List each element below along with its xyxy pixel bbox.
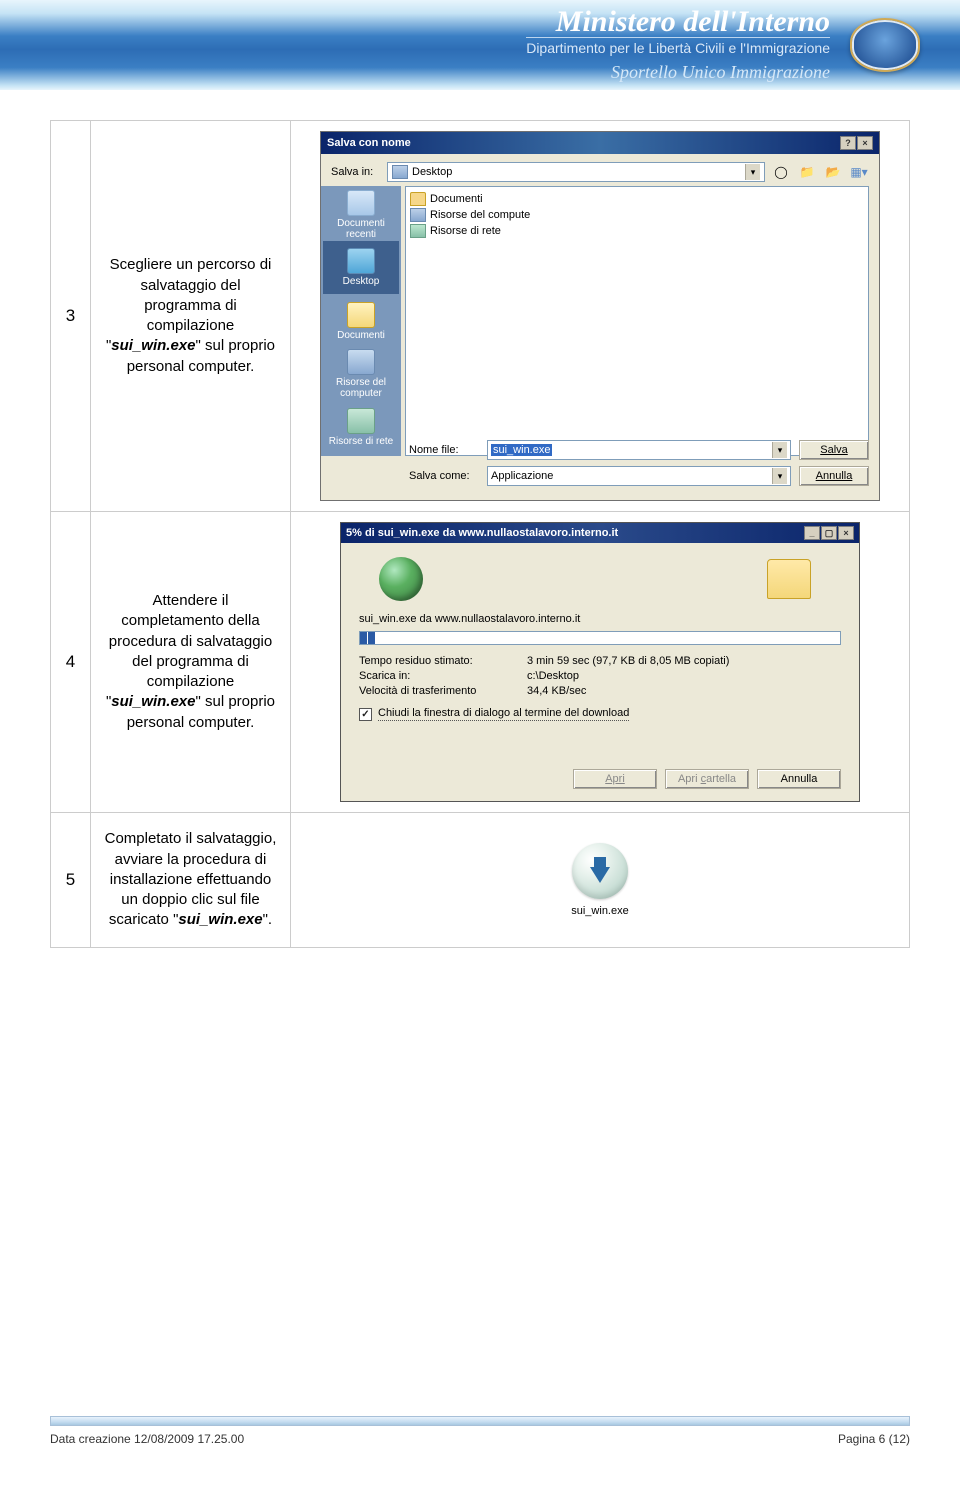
computer-icon	[410, 208, 426, 222]
header-text: Ministero dell'Interno Dipartimento per …	[526, 7, 830, 83]
close-icon[interactable]: ×	[838, 526, 854, 540]
help-icon[interactable]: ?	[840, 136, 856, 150]
content-area: 3 Scegliere un percorso di salvataggio d…	[0, 90, 960, 978]
minimize-icon[interactable]: _	[804, 526, 820, 540]
table-row: 4 Attendere il completamento della proce…	[51, 512, 910, 813]
list-item[interactable]: Risorse di rete	[410, 223, 864, 239]
titlebar: Salva con nome ? ×	[321, 132, 879, 154]
ministry-title: Ministero dell'Interno	[526, 7, 830, 37]
dialog-title: Salva con nome	[327, 137, 411, 149]
folder-icon	[410, 192, 426, 206]
step-description: Attendere il completamento della procedu…	[91, 512, 291, 813]
steps-table: 3 Scegliere un percorso di salvataggio d…	[50, 120, 910, 948]
places-desktop[interactable]: Desktop	[323, 241, 399, 294]
chevron-down-icon[interactable]: ▾	[772, 442, 787, 458]
download-title: 5% di sui_win.exe da www.nullaostalavoro…	[346, 527, 618, 539]
ministry-subtitle2: Sportello Unico Immigrazione	[526, 62, 830, 83]
exe-filename: sui_win.exe	[571, 905, 628, 917]
page-footer: Data creazione 12/08/2009 17.25.00 Pagin…	[50, 1426, 910, 1446]
time-remaining-label: Tempo residuo stimato:	[359, 655, 519, 667]
cancel-button[interactable]: Annulla	[757, 769, 841, 789]
table-row: 3 Scegliere un percorso di salvataggio d…	[51, 121, 910, 512]
filename-label: Nome file:	[409, 444, 479, 456]
open-folder-button[interactable]: Apri cartella	[665, 769, 749, 789]
cancel-button[interactable]: Annulla	[799, 466, 869, 486]
views-icon[interactable]: ▦▾	[849, 162, 869, 182]
download-dialog: 5% di sui_win.exe da www.nullaostalavoro…	[340, 522, 860, 802]
close-on-complete-checkbox[interactable]	[359, 708, 372, 721]
download-circle-icon	[572, 843, 628, 899]
file-list[interactable]: Documenti Risorse del compute Risorse di…	[405, 186, 869, 456]
open-button[interactable]: Apri	[573, 769, 657, 789]
progress-bar	[359, 631, 841, 645]
step-screenshot: Salva con nome ? × Salva in: Desktop ▾ ◯…	[291, 121, 910, 512]
download-source: sui_win.exe da www.nullaostalavoro.inter…	[359, 613, 841, 625]
transfer-rate-label: Velocità di trasferimento	[359, 685, 519, 697]
list-item[interactable]: Documenti	[410, 191, 864, 207]
exe-file-icon[interactable]: sui_win.exe	[525, 823, 675, 937]
time-remaining-value: 3 min 59 sec (97,7 KB di 8,05 MB copiati…	[527, 655, 729, 667]
close-on-complete-label: Chiudi la finestra di dialogo al termine…	[378, 707, 629, 721]
creation-date: Data creazione 12/08/2009 17.25.00	[50, 1432, 244, 1446]
step-number: 4	[51, 512, 91, 813]
globe-icon	[379, 557, 423, 601]
header-banner: Ministero dell'Interno Dipartimento per …	[0, 0, 960, 90]
step-number: 3	[51, 121, 91, 512]
download-dest-label: Scarica in:	[359, 670, 519, 682]
chevron-down-icon[interactable]: ▾	[745, 164, 760, 180]
close-icon[interactable]: ×	[857, 136, 873, 150]
download-dest-value: c:\Desktop	[527, 670, 579, 682]
savetype-label: Salva come:	[409, 470, 479, 482]
maximize-icon[interactable]: ▢	[821, 526, 837, 540]
back-icon[interactable]: ◯	[771, 162, 791, 182]
transfer-rate-value: 34,4 KB/sec	[527, 685, 586, 697]
up-folder-icon[interactable]: 📁	[797, 162, 817, 182]
places-recent[interactable]: Documenti recenti	[323, 188, 399, 241]
filename-input[interactable]: sui_win.exe ▾	[487, 440, 791, 460]
desktop-icon	[392, 165, 408, 179]
folder-icon	[767, 559, 811, 599]
network-icon	[410, 224, 426, 238]
places-bar: Documenti recenti Desktop Documenti Riso…	[321, 186, 401, 456]
badge-icon	[850, 18, 920, 72]
places-documents[interactable]: Documenti	[323, 294, 399, 347]
new-folder-icon[interactable]: 📂	[823, 162, 843, 182]
save-as-dialog: Salva con nome ? × Salva in: Desktop ▾ ◯…	[320, 131, 880, 501]
page-number: Pagina 6 (12)	[838, 1432, 910, 1446]
step-number: 5	[51, 813, 91, 948]
save-toolbar: Salva in: Desktop ▾ ◯ 📁 📂 ▦▾	[321, 154, 879, 186]
save-button[interactable]: Salva	[799, 440, 869, 460]
save-in-label: Salva in:	[331, 166, 381, 178]
list-item[interactable]: Risorse del compute	[410, 207, 864, 223]
titlebar: 5% di sui_win.exe da www.nullaostalavoro…	[341, 523, 859, 543]
save-in-dropdown[interactable]: Desktop ▾	[387, 162, 765, 182]
savetype-dropdown[interactable]: Applicazione ▾	[487, 466, 791, 486]
table-row: 5 Completato il salvataggio, avviare la …	[51, 813, 910, 948]
step-screenshot: sui_win.exe	[291, 813, 910, 948]
chevron-down-icon[interactable]: ▾	[772, 468, 787, 484]
step-description: Completato il salvataggio, avviare la pr…	[91, 813, 291, 948]
step-screenshot: 5% di sui_win.exe da www.nullaostalavoro…	[291, 512, 910, 813]
step-description: Scegliere un percorso di salvataggio del…	[91, 121, 291, 512]
places-computer[interactable]: Risorse del computer	[323, 348, 399, 401]
ministry-subtitle: Dipartimento per le Libertà Civili e l'I…	[526, 37, 830, 56]
